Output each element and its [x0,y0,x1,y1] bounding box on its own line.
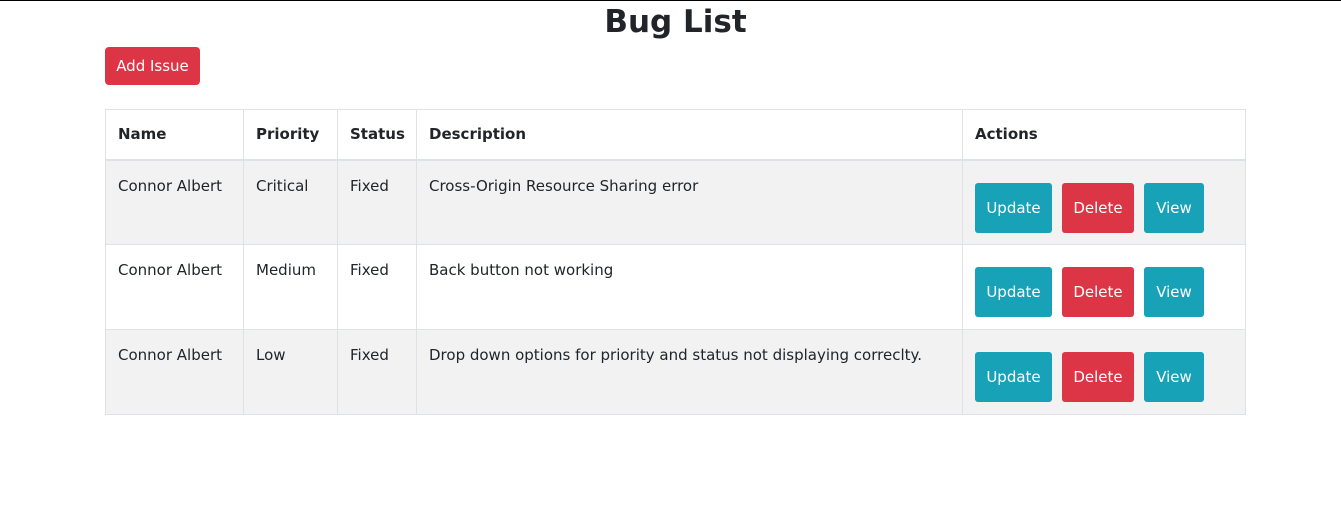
top-divider [0,0,1341,1]
cell-description: Back button not working [416,244,963,330]
cell-status: Fixed [337,159,417,245]
header-row: Name Priority Status Description Actions [105,109,1246,161]
cell-status: Fixed [337,244,417,330]
cell-name: Connor Albert [105,329,244,415]
cell-description: Cross-Origin Resource Sharing error [416,159,963,245]
cell-actions: Update Delete View [962,329,1246,415]
page-title: Bug List [604,4,747,40]
header-priority: Priority [243,109,338,161]
cell-name: Connor Albert [105,159,244,245]
view-button[interactable]: View [1144,182,1204,233]
update-button[interactable]: Update [975,182,1052,233]
delete-button[interactable]: Delete [1062,352,1134,402]
bug-table: Name Priority Status Description Actions… [105,109,1246,415]
table-row: Connor Albert Critical Fixed Cross-Origi… [105,159,1246,245]
table-row: Connor Albert Low Fixed Drop down option… [105,329,1246,415]
view-button[interactable]: View [1144,267,1204,317]
cell-actions: Update Delete View [962,159,1246,245]
header-actions: Actions [962,109,1246,161]
cell-status: Fixed [337,329,417,415]
update-button[interactable]: Update [975,352,1052,402]
cell-name: Connor Albert [105,244,244,330]
delete-button[interactable]: Delete [1062,182,1134,233]
cell-actions: Update Delete View [962,244,1246,330]
cell-description: Drop down options for priority and statu… [416,329,963,415]
header-status: Status [337,109,417,161]
table-header: Name Priority Status Description Actions [105,109,1246,161]
table-body: Connor Albert Critical Fixed Cross-Origi… [105,159,1246,415]
cell-priority: Critical [243,159,338,245]
header-name: Name [105,109,244,161]
view-button[interactable]: View [1144,352,1204,402]
update-button[interactable]: Update [975,267,1052,317]
table-row: Connor Albert Medium Fixed Back button n… [105,244,1246,330]
add-issue-button[interactable]: Add Issue [105,47,200,85]
cell-priority: Low [243,329,338,415]
header-description: Description [416,109,963,161]
delete-button[interactable]: Delete [1062,267,1134,317]
cell-priority: Medium [243,244,338,330]
